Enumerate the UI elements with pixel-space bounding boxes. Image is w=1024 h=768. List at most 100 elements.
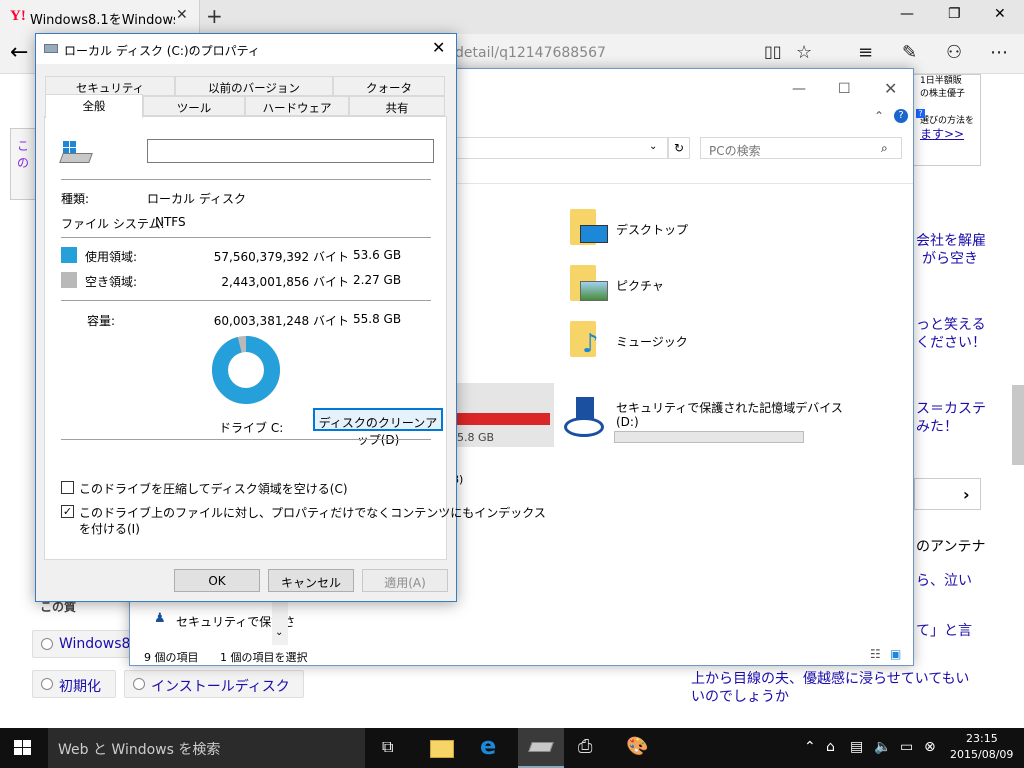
- tab-hardware[interactable]: ハードウェア: [245, 96, 349, 116]
- share-icon[interactable]: ⚇: [946, 42, 962, 63]
- drive-d-label: セキュリティで保護された記憶域デバイス: [616, 401, 843, 415]
- news-link[interactable]: がら空き: [922, 248, 978, 268]
- nav-scrollbar[interactable]: ⌄: [272, 599, 288, 645]
- disk-cleanup-button[interactable]: ディスクのクリーンアップ(D): [313, 408, 443, 447]
- volume-name-input[interactable]: [147, 139, 434, 163]
- task-view-icon[interactable]: ⧉: [382, 737, 393, 757]
- capacity-bytes: 60,003,381,248 バイト: [213, 314, 349, 328]
- network-icon[interactable]: ⌂: [826, 739, 835, 755]
- compress-label: このドライブを圧縮してディスク領域を空ける(C): [79, 482, 348, 496]
- compress-checkbox[interactable]: [61, 481, 74, 494]
- tag-windows81[interactable]: Windows8.: [32, 630, 135, 658]
- tab-previous-versions[interactable]: 以前のバージョン: [175, 76, 333, 96]
- tag-reset[interactable]: 初期化: [32, 670, 116, 698]
- index-checkbox[interactable]: ✓: [61, 505, 74, 518]
- clock-date[interactable]: 2015/08/09: [950, 748, 1013, 761]
- news-link[interactable]: いのでしょうか: [691, 686, 789, 706]
- folder-label: デスクトップ: [616, 223, 689, 237]
- edge-browser-icon[interactable]: e: [480, 732, 496, 760]
- volume-icon[interactable]: 🔈: [874, 739, 891, 755]
- news-link[interactable]: て」と言: [916, 620, 972, 640]
- more-icon[interactable]: ⋯: [990, 42, 1008, 63]
- printer-app-icon[interactable]: ⎙: [578, 736, 592, 757]
- action-center-icon[interactable]: ▭: [900, 739, 913, 755]
- secure-storage-icon: [564, 397, 604, 439]
- nav-pane: ♟ セキュリティで保護さ: [130, 603, 295, 643]
- dropdown-icon[interactable]: ⌄: [649, 141, 657, 152]
- tag-label: インストールディスク: [151, 679, 290, 695]
- minimize-button[interactable]: —: [900, 6, 914, 22]
- separator: [61, 300, 431, 301]
- index-label-line1: このドライブ上のファイルに対し、プロパティだけでなくコンテンツにもインデックス: [79, 506, 546, 520]
- index-label-line2: を付ける(I): [79, 522, 140, 536]
- web-note-icon[interactable]: ✎: [902, 42, 917, 63]
- general-tab-panel: 種類: ローカル ディスク ファイル システム: NTFS 使用領域: 57,5…: [44, 116, 546, 560]
- tab-tools[interactable]: ツール: [143, 96, 245, 116]
- tag-install-disk[interactable]: インストールディスク: [124, 670, 304, 698]
- search-box[interactable]: PCの検索 ⌕: [700, 137, 902, 159]
- explorer-minimize-button[interactable]: —: [792, 81, 806, 97]
- drive-label: ドライブ C:: [219, 421, 284, 435]
- scroll-down-icon[interactable]: ⌄: [275, 627, 283, 638]
- show-hidden-icons[interactable]: ⌃: [804, 739, 816, 755]
- news-link[interactable]: ら、泣い: [916, 570, 972, 590]
- address-bar-text[interactable]: detail/q12147688567: [455, 45, 606, 61]
- cancel-button[interactable]: キャンセル: [268, 569, 354, 592]
- large-icons-view-icon[interactable]: ▣: [890, 647, 901, 661]
- dialog-title: ローカル ディスク (C:)のプロパティ: [64, 44, 260, 58]
- ribbon-expand-icon[interactable]: ⌃: [874, 109, 884, 123]
- favorite-star-icon[interactable]: ☆: [796, 42, 812, 63]
- news-link[interactable]: 上から目線の夫、優越感に浸らせていてもい: [691, 668, 969, 688]
- properties-taskbar-button[interactable]: [518, 728, 564, 768]
- taskbar: Web と Windows を検索 ⧉ e ⎙ 🎨 ⌃ ⌂ ▤ 🔈 ▭ ⊗ 23…: [0, 728, 1024, 768]
- new-tab-button[interactable]: +: [206, 4, 223, 28]
- hub-icon[interactable]: ≡: [858, 42, 873, 63]
- device-icon[interactable]: ▤: [850, 739, 863, 755]
- details-view-icon[interactable]: ☷: [870, 647, 881, 661]
- news-link[interactable]: っと笑える: [916, 314, 986, 334]
- tab-security[interactable]: セキュリティ: [45, 76, 175, 96]
- ad-link[interactable]: ます>>: [920, 128, 974, 141]
- tab-quota[interactable]: クォータ: [333, 76, 445, 96]
- browser-tab[interactable]: Y! Windows8.1をWindows1 ✕: [0, 0, 200, 34]
- ok-button[interactable]: OK: [174, 569, 260, 592]
- separator: [61, 179, 431, 180]
- free-space-swatch: [61, 272, 77, 288]
- help-icon[interactable]: ?: [916, 109, 925, 118]
- file-explorer-taskbar-icon[interactable]: [428, 736, 458, 760]
- tab-sharing[interactable]: 共有: [349, 96, 445, 116]
- tab-general[interactable]: 全般: [45, 94, 143, 118]
- news-link[interactable]: みた！: [916, 416, 958, 436]
- close-tab-icon[interactable]: ✕: [176, 7, 188, 23]
- drive-small-icon: [44, 44, 58, 53]
- reading-view-icon[interactable]: ▯▯: [764, 42, 782, 61]
- start-windows-icon[interactable]: [14, 740, 32, 756]
- type-value: ローカル ディスク: [147, 192, 246, 206]
- news-link[interactable]: ス＝カステ: [916, 398, 986, 418]
- paint-app-icon[interactable]: 🎨: [626, 736, 648, 757]
- notification-icon[interactable]: ⊗: [924, 739, 936, 755]
- refresh-icon[interactable]: ↻: [668, 137, 690, 159]
- drive-c-tile[interactable]: 55.8 GB: [450, 383, 554, 447]
- dialog-close-button[interactable]: ✕: [432, 38, 445, 57]
- ad-line-2: の株主優子: [920, 89, 966, 99]
- page-scrollbar[interactable]: [1012, 385, 1024, 465]
- drive-c-usage-bar: [450, 413, 550, 425]
- taskbar-search-placeholder: Web と Windows を検索: [58, 742, 221, 758]
- taskbar-search-box[interactable]: Web と Windows を検索: [48, 728, 365, 768]
- separator: [61, 237, 431, 238]
- used-space-label: 使用領域:: [85, 250, 138, 264]
- help-icon[interactable]: ?: [894, 109, 908, 123]
- clock-time[interactable]: 23:15: [966, 732, 998, 745]
- apply-button[interactable]: 適用(A): [362, 569, 448, 592]
- ad-box: 1日半額販 の株主優子 選びの方法を ます>> ?: [905, 74, 981, 166]
- next-arrow-box[interactable]: ›: [914, 478, 981, 510]
- address-field[interactable]: ⌄: [452, 137, 668, 159]
- news-link[interactable]: 会社を解雇: [916, 230, 986, 250]
- news-link[interactable]: ください！: [916, 332, 986, 352]
- explorer-close-button[interactable]: ✕: [884, 79, 897, 98]
- explorer-maximize-button[interactable]: ☐: [838, 81, 851, 97]
- back-arrow-icon[interactable]: ←: [10, 40, 28, 65]
- close-window-button[interactable]: ✕: [994, 6, 1006, 22]
- restore-button[interactable]: ❐: [948, 6, 961, 22]
